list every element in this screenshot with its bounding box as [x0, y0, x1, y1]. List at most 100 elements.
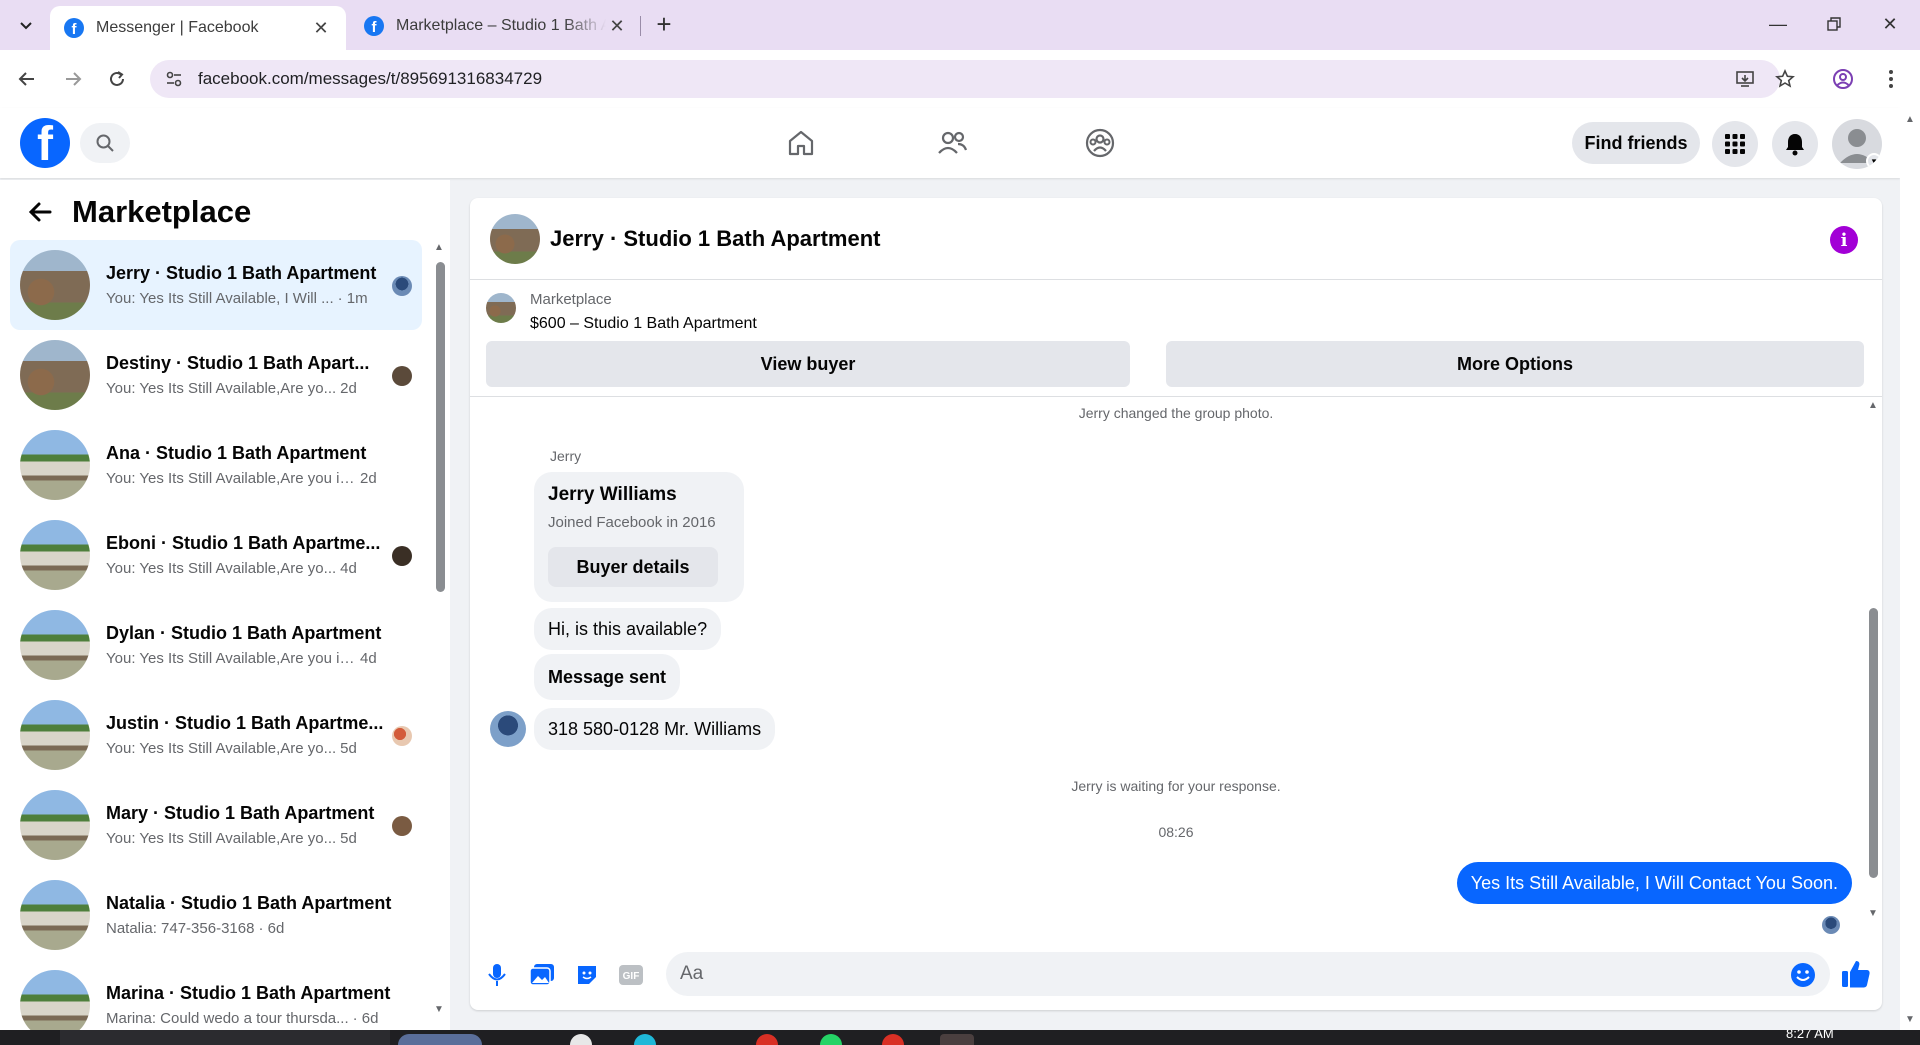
sender-avatar[interactable]	[490, 711, 526, 747]
sidebar-header: Marketplace	[20, 192, 251, 232]
conversation-preview: You: Yes Its Still Available,Are yo...	[106, 560, 337, 577]
view-buyer-button[interactable]: View buyer	[486, 341, 1130, 387]
reload-button[interactable]	[100, 62, 134, 96]
taskbar-clock[interactable]: 8:27 AM	[1786, 1030, 1834, 1041]
conversation-item[interactable]: Dylan · Studio 1 Bath Apartment You: Yes…	[10, 600, 422, 690]
conversation-name: Marina · Studio 1 Bath Apartment	[106, 983, 391, 1003]
message-composer: GIF	[470, 944, 1882, 1004]
taskbar-app-icon[interactable]	[940, 1034, 974, 1045]
conversation-item[interactable]: Ana · Studio 1 Bath Apartment You: Yes I…	[10, 420, 422, 510]
forward-button[interactable]	[56, 62, 90, 96]
scrollbar-thumb[interactable]	[436, 262, 445, 592]
find-friends-button[interactable]: Find friends	[1572, 122, 1700, 164]
minimize-window-button[interactable]: —	[1758, 8, 1798, 40]
facebook-header: f Find friends ▾	[0, 108, 1900, 178]
conversation-item[interactable]: Eboni · Studio 1 Bath Apartme... You: Ye…	[10, 510, 422, 600]
taskbar-app-icon[interactable]	[820, 1034, 842, 1045]
back-arrow-button[interactable]	[20, 192, 60, 232]
sender-name: Jerry	[550, 448, 582, 464]
sidebar-scrollbar[interactable]: ▲ ▼	[432, 240, 448, 1020]
more-options-button[interactable]: More Options	[1166, 341, 1864, 387]
close-tab-icon[interactable]: ✕	[606, 15, 628, 37]
conversation-item[interactable]: Justin · Studio 1 Bath Apartme... You: Y…	[10, 690, 422, 780]
sticker-icon	[578, 966, 596, 984]
incoming-message: Hi, is this available?	[534, 608, 722, 650]
chat-scrollbar[interactable]: ▲ ▼	[1866, 400, 1880, 920]
nav-groups[interactable]	[1076, 120, 1124, 166]
buyer-details-button[interactable]: Buyer details	[548, 547, 718, 587]
scroll-up-icon[interactable]: ▲	[1868, 400, 1878, 411]
conversation-preview: Natalia: 747-356-3168	[106, 920, 255, 937]
account-avatar[interactable]: ▾	[1832, 119, 1882, 169]
conversation-item[interactable]: Marina · Studio 1 Bath Apartment Marina:…	[10, 960, 422, 1030]
chat-title[interactable]: Jerry · Studio 1 Bath Apartment	[550, 226, 880, 252]
scroll-down-icon[interactable]: ▼	[1905, 1014, 1915, 1025]
photo-icon	[529, 964, 554, 986]
profile-button[interactable]	[1826, 62, 1860, 96]
os-taskbar: 8:27 AM	[0, 1030, 1920, 1045]
listing-thumbnail	[486, 293, 516, 323]
groups-icon	[1085, 128, 1115, 158]
listing-title[interactable]: $600 – Studio 1 Bath Apartment	[530, 315, 757, 333]
facebook-favicon-icon: f	[64, 18, 84, 38]
taskbar-search-box[interactable]	[60, 1030, 390, 1045]
attach-media-button[interactable]	[527, 960, 557, 990]
back-button[interactable]	[10, 62, 44, 96]
incoming-message: 318 580-0128 Mr. Williams	[534, 708, 776, 750]
scroll-down-icon[interactable]: ▼	[1868, 908, 1878, 919]
listing-thumbnail	[20, 970, 90, 1030]
sidebar-title: Marketplace	[72, 194, 252, 229]
emoji-icon[interactable]	[1790, 962, 1816, 988]
conversation-item[interactable]: Mary · Studio 1 Bath Apartment You: Yes …	[10, 780, 422, 870]
taskbar-app-icon[interactable]	[570, 1034, 592, 1045]
taskbar-widget-icon[interactable]	[398, 1034, 482, 1045]
conversation-item[interactable]: Destiny · Studio 1 Bath Apart... You: Ye…	[10, 330, 422, 420]
scroll-up-icon[interactable]: ▲	[434, 242, 444, 253]
taskbar-app-icon[interactable]	[634, 1034, 656, 1045]
conversation-item[interactable]: Natalia · Studio 1 Bath Apartment Natali…	[10, 870, 422, 960]
page-scrollbar[interactable]: ▲ ▼	[1900, 108, 1920, 1030]
nav-home[interactable]	[777, 120, 825, 166]
scrollbar-thumb[interactable]	[1869, 608, 1878, 878]
notifications-button[interactable]	[1772, 121, 1818, 167]
tab-search-menu-button[interactable]	[10, 10, 42, 42]
message-input[interactable]	[666, 952, 1830, 996]
close-window-button[interactable]: ✕	[1870, 8, 1910, 40]
conversation-item[interactable]: Jerry · Studio 1 Bath Apartment You: Yes…	[10, 240, 422, 330]
bookmark-button[interactable]	[1768, 62, 1802, 96]
restore-icon	[1827, 17, 1841, 31]
chat-avatar[interactable]	[490, 213, 540, 264]
close-tab-icon[interactable]: ✕	[310, 17, 332, 39]
restore-window-button[interactable]	[1814, 8, 1854, 40]
seen-avatar	[392, 726, 412, 746]
scroll-up-icon[interactable]: ▲	[1905, 114, 1915, 125]
address-bar[interactable]: facebook.com/messages/t/895691316834729	[150, 60, 1780, 98]
message-timestamp: 08:26	[1158, 824, 1194, 840]
tab-marketplace[interactable]: f Marketplace – Studio 1 Bath Apartment …	[350, 6, 642, 46]
voice-clip-button[interactable]	[482, 960, 512, 990]
bell-icon	[1786, 134, 1804, 156]
facebook-search-button[interactable]	[80, 123, 130, 163]
gif-button[interactable]: GIF	[616, 960, 646, 990]
new-tab-button[interactable]: +	[650, 9, 678, 39]
friends-icon	[938, 131, 968, 154]
info-icon[interactable]: i	[1830, 226, 1858, 254]
facebook-logo[interactable]: f	[20, 118, 70, 168]
thumbs-up-icon[interactable]	[1840, 958, 1872, 990]
svg-text:GIF: GIF	[623, 971, 640, 982]
scroll-down-icon[interactable]: ▼	[434, 1004, 444, 1015]
conversation-preview: Marina: Could wedo a tour thursda...	[106, 1010, 349, 1027]
conversation-preview: You: Yes Its Still Available,Are you in.…	[106, 650, 356, 667]
conversation-name: Natalia · Studio 1 Bath Apartment	[106, 893, 392, 913]
seen-avatar	[392, 816, 412, 836]
menu-button[interactable]	[1712, 121, 1758, 167]
taskbar-app-icon[interactable]	[882, 1034, 904, 1045]
install-app-button[interactable]	[1728, 62, 1762, 96]
nav-friends[interactable]	[928, 120, 976, 166]
more-vertical-icon	[1889, 70, 1893, 88]
site-info-icon[interactable]	[156, 70, 192, 88]
taskbar-app-icon[interactable]	[756, 1034, 778, 1045]
sticker-button[interactable]	[572, 960, 602, 990]
browser-menu-button[interactable]	[1874, 62, 1908, 96]
tab-messenger[interactable]: f Messenger | Facebook ✕	[50, 6, 346, 50]
